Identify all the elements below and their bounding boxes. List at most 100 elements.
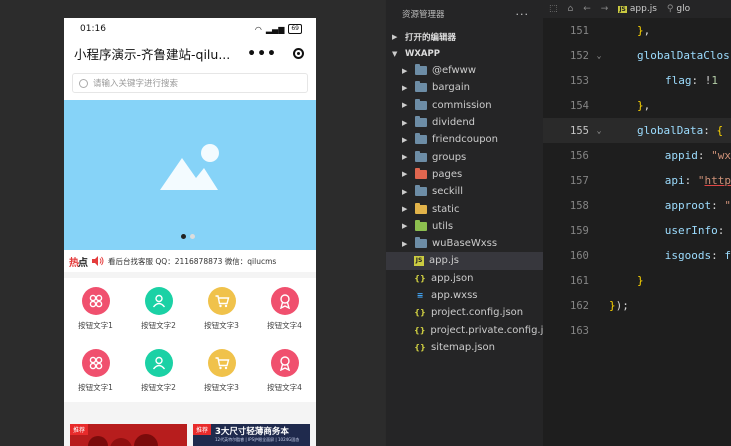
project-label: WXAPP	[405, 48, 440, 59]
bookmark-icon[interactable]: ⌂	[568, 4, 574, 14]
folder-groups[interactable]: ▶ groups	[386, 148, 543, 165]
more-icon[interactable]: •••	[247, 47, 277, 61]
code-line[interactable]: 162});	[543, 293, 731, 318]
code-line[interactable]: 155 ⌄ globalData: {	[543, 118, 731, 143]
code-line[interactable]: 159 userInfo:	[543, 218, 731, 243]
grid-button-1[interactable]: 按钮文字1	[64, 278, 127, 340]
code-line[interactable]: 161}	[543, 268, 731, 293]
folder-static[interactable]: ▶ static	[386, 200, 543, 217]
code-text: isgoods: f	[664, 249, 731, 262]
code-line[interactable]: 151},	[543, 18, 731, 43]
file-project-config-json[interactable]: {} project.config.json	[386, 304, 543, 321]
more-actions-icon[interactable]: ···	[516, 8, 530, 21]
file-name: app.js	[429, 255, 459, 267]
status-bar: 01:16 ◠ ▂▄▆ 69	[64, 18, 316, 40]
folder-name: pages	[432, 168, 463, 180]
code-text: },	[637, 24, 651, 37]
folder-efwww[interactable]: ▶ @efwww	[386, 62, 543, 79]
grid-button-label: 按钮文字4	[267, 321, 302, 330]
search-placeholder: 请输入关键字进行搜索	[93, 79, 179, 89]
grid-button-4[interactable]: 按钮文字4	[253, 278, 316, 340]
phone-screen: 01:16 ◠ ▂▄▆ 69 小程序演示-齐鲁建站-qilu... ••• 请输…	[64, 18, 316, 446]
explorer-panel: 资源管理器 ··· ▶ 打开的编辑器 ▼ WXAPP ▶ @efwww ▶ barga…	[386, 0, 558, 446]
folder-seckill[interactable]: ▶ seckill	[386, 183, 543, 200]
speaker-icon	[92, 256, 104, 266]
folder-name: static	[432, 203, 460, 215]
line-number: 162	[570, 299, 589, 312]
code-line[interactable]: 153 flag: !1	[543, 68, 731, 93]
notice-bar[interactable]: 热点 看后台找客服 QQ：2116878873 微信：qilucms	[64, 250, 316, 272]
code-editor: ⬚ ⌂ ← → JS app.js ⚲ glo 151}, 152 ⌄ globalDa…	[543, 0, 731, 446]
code-text: approot: "	[664, 199, 731, 212]
folder-name: commission	[432, 99, 492, 111]
code-line[interactable]: 160 isgoods: f	[543, 243, 731, 268]
project-section[interactable]: ▼ WXAPP	[386, 45, 543, 62]
code-line[interactable]: 163	[543, 318, 731, 343]
grid-button-7[interactable]: 按钮文字3	[190, 340, 253, 402]
share-icon	[81, 287, 110, 315]
folder-friendcoupon[interactable]: ▶ friendcoupon	[386, 131, 543, 148]
grid-button-5[interactable]: 按钮文字1	[64, 340, 127, 402]
file-type-icon: {}	[414, 342, 426, 352]
editor-tab[interactable]: JS app.js	[618, 4, 657, 14]
search-input[interactable]: 请输入关键字进行搜索	[72, 73, 308, 93]
code-line[interactable]: 158 approot: "	[543, 193, 731, 218]
split-editor-icon[interactable]: ⬚	[549, 4, 558, 14]
file-app-js[interactable]: JS app.js	[386, 252, 543, 270]
folder-pages[interactable]: ▶ pages	[386, 166, 543, 183]
signal-icon: ▂▄▆	[265, 24, 285, 34]
line-number: 152	[570, 49, 589, 62]
grid-button-2[interactable]: 按钮文字2	[127, 278, 190, 340]
wifi-icon: ◠	[254, 24, 262, 34]
carousel-dot[interactable]	[181, 234, 186, 239]
chevron-right-icon: ▶	[402, 222, 408, 231]
notice-brand: 热点	[69, 254, 88, 269]
code-text: api: "http	[664, 174, 731, 187]
breadcrumb[interactable]: ⚲ glo	[667, 4, 690, 14]
breadcrumb-label: glo	[676, 4, 691, 14]
line-number: 161	[570, 274, 589, 287]
grid-button-8[interactable]: 按钮文字4	[253, 340, 316, 402]
file-name: app.json	[431, 272, 474, 284]
js-file-icon: JS	[618, 6, 627, 13]
promo-card-laptop[interactable]: 推荐 3大尺寸轻薄商务本 12代英特尔酷睿 | IPS护眼全面屏 | 1024G…	[193, 424, 310, 446]
carousel-dot[interactable]	[190, 234, 195, 239]
notice-text: 看后台找客服 QQ：2116878873 微信：qilucms	[108, 256, 277, 266]
fold-toggle-icon[interactable]: ⌄	[589, 51, 609, 60]
promo-row: 推荐 推荐 3大尺寸轻薄商务本 12代英特尔酷睿 | IPS护眼全面屏 | 10…	[64, 418, 316, 446]
grid-button-6[interactable]: 按钮文字2	[127, 340, 190, 402]
close-icon[interactable]	[293, 48, 304, 59]
folder-dividend[interactable]: ▶ dividend	[386, 114, 543, 131]
promo-card-fruit[interactable]: 推荐	[70, 424, 187, 446]
back-icon[interactable]: ←	[583, 4, 591, 14]
code-line[interactable]: 156 appid: "wx	[543, 143, 731, 168]
folder-bargain[interactable]: ▶ bargain	[386, 79, 543, 96]
code-text: });	[609, 299, 629, 312]
open-editors-section[interactable]: ▶ 打开的编辑器	[386, 28, 543, 45]
line-number: 151	[570, 24, 589, 37]
code-line[interactable]: 152 ⌄ globalDataClos	[543, 43, 731, 68]
folder-commission[interactable]: ▶ commission	[386, 97, 543, 114]
banner-carousel[interactable]	[64, 100, 316, 250]
code-text: },	[637, 99, 651, 112]
code-line[interactable]: 154},	[543, 93, 731, 118]
grid-button-label: 按钮文字2	[141, 321, 176, 330]
forward-icon[interactable]: →	[601, 4, 609, 14]
cart-icon	[207, 349, 236, 377]
fold-toggle-icon[interactable]: ⌄	[589, 126, 609, 135]
file-project-private-config-js---[interactable]: {} project.private.config.js...	[386, 321, 558, 338]
folder-name: bargain	[432, 82, 471, 94]
folder-icon	[415, 64, 427, 76]
grid-button-3[interactable]: 按钮文字3	[190, 278, 253, 340]
folder-utils[interactable]: ▶ utils	[386, 218, 543, 235]
code-line[interactable]: 157 api: "http	[543, 168, 731, 193]
simulator-panel: 01:16 ◠ ▂▄▆ 69 小程序演示-齐鲁建站-qilu... ••• 请输…	[0, 0, 385, 446]
file-app-wxss[interactable]: ≡ app.wxss	[386, 287, 543, 304]
file-sitemap-json[interactable]: {} sitemap.json	[386, 339, 543, 356]
folder-wubasewxss[interactable]: ▶ wuBaseWxss	[386, 235, 543, 252]
chevron-right-icon: ▶	[402, 66, 408, 75]
cherry-icon	[134, 434, 158, 446]
award-icon	[270, 349, 299, 377]
file-app-json[interactable]: {} app.json	[386, 270, 543, 287]
chevron-right-icon: ▶	[402, 153, 408, 162]
